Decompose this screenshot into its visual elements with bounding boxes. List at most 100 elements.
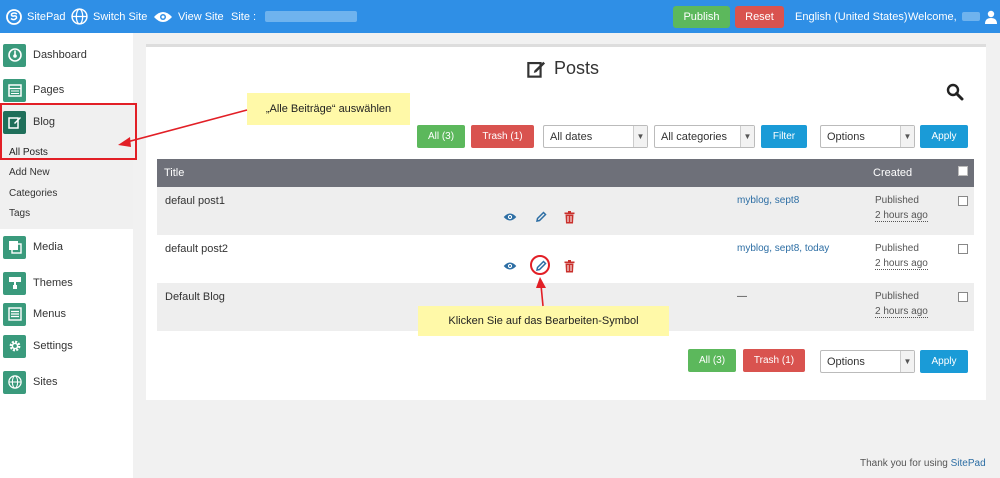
sidebar-subitem-tags[interactable]: Tags [9, 208, 30, 219]
status-text: Published [875, 243, 919, 254]
footer: Thank you for using SitePad [860, 458, 986, 469]
sidebar-item-label: Pages [33, 84, 65, 96]
sidebar-item-menus[interactable]: Menus [3, 301, 131, 327]
filter-button[interactable]: Filter [761, 125, 807, 148]
post-time: 2 hours ago [875, 258, 928, 270]
sidebar-item-sites[interactable]: Sites [3, 369, 131, 395]
brand-name: SitePad [27, 10, 66, 23]
sidebar-item-pages[interactable]: Pages [3, 77, 131, 103]
site-indicator: Site : [231, 0, 358, 33]
post-title[interactable]: Default Blog [165, 291, 225, 303]
sidebar-item-media[interactable]: Media [3, 234, 131, 260]
bottom-trash-button[interactable]: Trash (1) [743, 349, 805, 372]
view-site-link[interactable]: View Site [153, 0, 224, 33]
post-tags[interactable]: myblog, sept8, today [737, 243, 829, 254]
date-filter-select[interactable]: All dates ▼ [543, 125, 648, 148]
trash-icon[interactable] [564, 260, 575, 273]
publish-button[interactable]: Publish [673, 6, 730, 28]
welcome-label: Welcome, [908, 10, 957, 23]
language-selector[interactable]: English (United States) [795, 0, 908, 33]
trash-icon[interactable] [564, 211, 575, 224]
column-title: Title [164, 167, 185, 179]
apply-button[interactable]: Apply [920, 125, 968, 148]
column-created: Created [873, 167, 913, 179]
site-label: Site : [231, 10, 257, 23]
sidebar-subitem-add-new[interactable]: Add New [9, 167, 50, 178]
sidebar-item-themes[interactable]: Themes [3, 270, 131, 296]
bottom-options-select[interactable]: Options ▼ [820, 350, 915, 373]
post-status: Published 2 hours ago [875, 289, 928, 319]
post-status: Published 2 hours ago [875, 241, 928, 271]
sidebar-item-label: Menus [33, 308, 67, 320]
user-menu[interactable]: Welcome, [908, 0, 997, 33]
filter-trash-button[interactable]: Trash (1) [471, 125, 534, 148]
site-name-redacted [265, 11, 358, 22]
chevron-down-icon: ▼ [740, 126, 754, 147]
sidebar-item-label: Media [33, 241, 63, 253]
sidebar-item-dashboard[interactable]: Dashboard [3, 42, 131, 68]
bottom-apply-button[interactable]: Apply [920, 350, 968, 373]
view-icon[interactable] [503, 261, 517, 271]
search-icon[interactable] [946, 83, 964, 104]
highlight-circle [530, 255, 550, 275]
sidebar-item-label: Sites [33, 376, 58, 388]
bulk-options-select[interactable]: Options ▼ [820, 125, 915, 148]
dashboard-icon [3, 43, 26, 67]
view-icon[interactable] [503, 212, 517, 222]
status-text: Published [875, 291, 919, 302]
table-row: default post2 myblog, sept8, today Publi… [157, 235, 974, 283]
bottom-options-value: Options [827, 355, 865, 368]
eye-icon [154, 11, 172, 22]
gear-icon [3, 334, 26, 358]
username-redacted [961, 12, 980, 21]
row-checkbox[interactable] [958, 244, 968, 254]
view-site-label: View Site [178, 10, 224, 23]
user-icon [984, 10, 997, 24]
footer-text: Thank you for using [860, 458, 948, 469]
footer-link[interactable]: SitePad [951, 458, 986, 469]
pencil-icon[interactable] [535, 211, 547, 223]
globe-icon [3, 370, 26, 394]
table-header: Title Created [157, 159, 974, 187]
row-checkbox[interactable] [958, 292, 968, 302]
post-tags: — [737, 291, 747, 302]
brand-link[interactable]: SitePad [6, 0, 66, 33]
chevron-down-icon: ▼ [633, 126, 647, 147]
chevron-down-icon: ▼ [900, 126, 914, 147]
sitepad-logo-icon [6, 8, 22, 25]
callout-click-edit: Klicken Sie auf das Bearbeiten-Symbol [418, 306, 669, 336]
post-time: 2 hours ago [875, 306, 928, 318]
themes-icon [3, 271, 26, 295]
category-filter-value: All categories [661, 130, 728, 143]
category-filter-select[interactable]: All categories ▼ [654, 125, 755, 148]
media-icon [3, 235, 26, 259]
callout-select-all-posts: „Alle Beiträge“ auswählen [247, 93, 410, 125]
sidebar-item-label: Themes [33, 277, 73, 289]
reset-button[interactable]: Reset [735, 6, 784, 28]
bottom-all-button[interactable]: All (3) [688, 349, 736, 372]
sidebar-item-settings[interactable]: Settings [3, 333, 131, 359]
globe-icon [71, 8, 88, 25]
filter-all-button[interactable]: All (3) [417, 125, 465, 148]
post-tags[interactable]: myblog, sept8 [737, 195, 799, 206]
switch-site-link[interactable]: Switch Site [71, 0, 147, 33]
row-checkbox[interactable] [958, 196, 968, 206]
top-bar: SitePad Switch Site View Site Site : Pub… [0, 0, 1000, 33]
page-title-text: Posts [554, 58, 600, 78]
pages-icon [3, 78, 26, 102]
status-text: Published [875, 195, 919, 206]
page-title: Posts [527, 58, 599, 79]
bulk-options-value: Options [827, 130, 865, 143]
sidebar-item-label: Settings [33, 340, 73, 352]
edit-icon [527, 61, 546, 78]
post-title[interactable]: default post2 [165, 243, 228, 255]
sidebar-item-label: Dashboard [33, 49, 87, 61]
switch-site-label: Switch Site [93, 10, 148, 23]
sidebar-subitem-categories[interactable]: Categories [9, 188, 57, 199]
table-row: defaul post1 myblog, sept8 Published 2 h… [157, 187, 974, 235]
post-title[interactable]: defaul post1 [165, 195, 225, 207]
date-filter-value: All dates [550, 130, 593, 143]
select-all-checkbox[interactable] [958, 166, 968, 176]
chevron-down-icon: ▼ [900, 351, 914, 372]
highlight-box [0, 103, 137, 160]
